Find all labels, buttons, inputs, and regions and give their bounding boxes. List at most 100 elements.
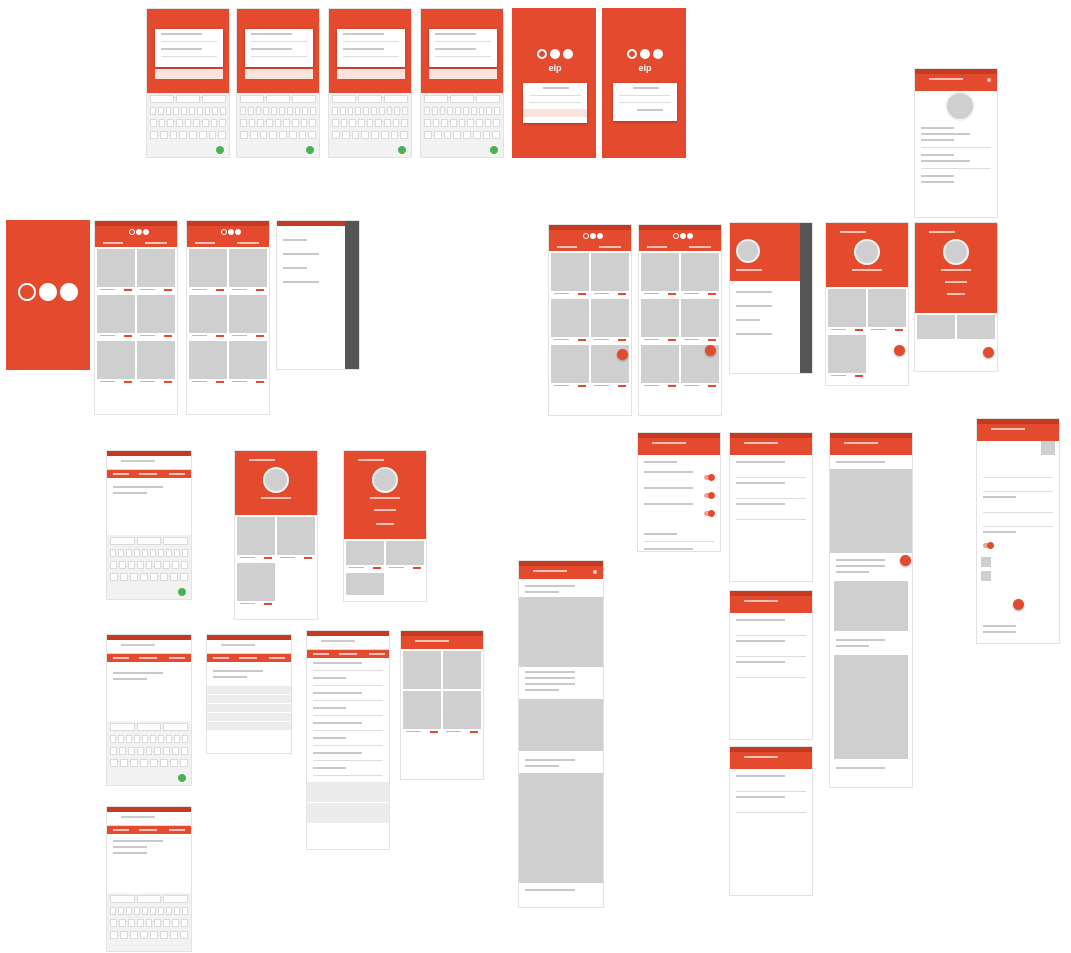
user-profile-screen-2 [343,450,427,602]
enter-key[interactable] [216,146,224,154]
login-dialog [613,83,677,121]
nav-drawer-screen [276,220,360,370]
search-suggestions-screen [206,634,292,754]
avatar[interactable] [943,239,969,265]
login-button-bar[interactable] [429,69,497,79]
add-fab-button[interactable] [900,555,911,566]
search-bar[interactable] [107,640,191,654]
splash-login-screen-2: eip [602,8,686,158]
avatar[interactable] [736,239,760,263]
photo-grid[interactable] [915,313,997,341]
login-form [245,29,313,67]
image-thumb[interactable] [981,557,991,567]
image-thumb[interactable] [981,571,991,581]
tab-bar[interactable] [107,470,191,478]
keyboard[interactable] [329,93,411,157]
profile-screen-1 [825,222,909,386]
keyboard[interactable] [237,93,319,157]
keyboard[interactable] [107,893,191,951]
keyboard[interactable] [147,93,229,157]
setting-toggle[interactable] [704,492,715,499]
user-profile-screen-1 [234,450,318,620]
login-form [337,29,405,67]
login-button-bar[interactable] [155,69,223,79]
post-detail-screen-long [518,560,604,908]
drawer-scrim[interactable] [800,223,812,373]
keyboard[interactable] [421,93,503,157]
keyboard[interactable] [107,721,191,785]
app-bar [187,226,269,239]
photo-grid[interactable] [639,251,721,391]
search-bar[interactable] [107,456,191,470]
app-logo [18,283,78,301]
photo-grid[interactable] [187,247,269,387]
comments-screen-2 [729,590,813,740]
tab-bar[interactable] [107,654,191,662]
photo-grid[interactable] [549,251,631,391]
avatar[interactable] [945,91,975,121]
login-button-bar[interactable] [337,69,405,79]
post-image[interactable] [834,655,908,759]
enter-key[interactable] [178,774,186,782]
search-bar[interactable] [107,812,191,826]
app-bar [977,424,1059,441]
search-bar[interactable] [207,640,291,654]
setting-toggle[interactable] [704,510,715,517]
setting-toggle[interactable] [704,474,715,481]
add-fab-button[interactable] [983,347,994,358]
tab-bar[interactable] [639,243,721,251]
photo-grid[interactable] [344,539,426,597]
app-bar [639,230,721,243]
search-bar[interactable] [307,636,389,650]
add-fab-button[interactable] [1013,599,1024,610]
splash-login-screen-1: eip [512,8,596,158]
tab-bar[interactable] [107,826,191,834]
enter-key[interactable] [178,588,186,596]
feed-screen-2 [186,220,270,415]
logo-word: eip [548,63,562,73]
logo-word: eip [638,63,652,73]
splash-screen [6,220,90,370]
app-bar [730,438,812,455]
tab-bar[interactable] [95,239,177,247]
tab-bar[interactable] [307,650,389,658]
option-toggle[interactable] [983,542,994,549]
app-logo [537,49,573,59]
login-screen-1 [146,8,230,158]
avatar[interactable] [854,239,880,265]
enter-key[interactable] [490,146,498,154]
photo-grid[interactable] [95,247,177,387]
app-bar [401,636,483,649]
search-screen-keyboard [106,450,192,600]
tag-results-screen [400,630,484,780]
photo-grid[interactable] [235,515,317,609]
enter-key[interactable] [398,146,406,154]
avatar[interactable] [372,467,398,493]
add-fab-button[interactable] [894,345,905,356]
post-image[interactable] [519,773,603,883]
add-fab-button[interactable] [705,345,716,356]
keyboard[interactable] [107,535,191,599]
enter-key[interactable] [306,146,314,154]
post-image[interactable] [519,699,603,751]
app-bar [638,438,720,455]
tab-bar[interactable] [187,239,269,247]
tab-bar[interactable] [207,654,291,662]
photo-grid[interactable] [401,649,483,737]
login-button-bar[interactable] [245,69,313,79]
post-image[interactable] [830,469,912,553]
app-bar [95,226,177,239]
tab-bar[interactable] [549,243,631,251]
photo-grid[interactable] [826,287,908,381]
edit-post-screen [976,418,1060,644]
post-image[interactable] [519,597,603,667]
nav-drawer-profile-screen [729,222,813,374]
avatar[interactable] [263,467,289,493]
notification-settings-screen [637,432,721,552]
image-thumb[interactable] [1041,441,1055,455]
post-image[interactable] [834,581,908,631]
app-bar [915,74,997,91]
drawer-scrim[interactable] [345,221,359,369]
login-form [429,29,497,67]
add-fab-button[interactable] [617,349,628,360]
